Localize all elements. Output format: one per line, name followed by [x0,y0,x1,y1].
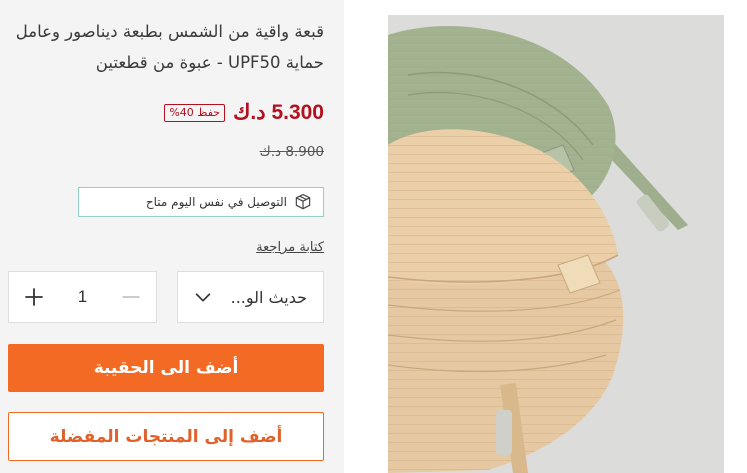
quantity-increase-button[interactable] [21,284,47,310]
save-badge: حفظ 40% [164,103,226,122]
variant-selected-value: حديث الو... [230,287,307,307]
delivery-text: التوصيل في نفس اليوم متاح [145,195,287,209]
write-review-link[interactable]: كتابة مراجعة [256,240,324,255]
add-to-bag-button[interactable]: أضف الى الحقيبة [8,344,324,392]
quantity-stepper[interactable]: 1 [8,271,157,323]
bucket-hats-illustration [388,15,724,473]
quantity-decrease-button[interactable] [118,284,144,310]
add-to-favorites-button[interactable]: أضف إلى المنتجات المفضلة [8,412,324,461]
plus-icon [25,288,43,306]
product-title: قبعة واقية من الشمس بطبعة ديناصور وعامل … [15,22,324,72]
quantity-value[interactable]: 1 [78,287,87,307]
chevron-down-icon [195,293,211,302]
variant-select[interactable]: حديث الو... [177,271,324,323]
box-icon [295,193,311,210]
minus-icon [122,296,140,298]
old-price: 8.900 د.ك [259,144,324,160]
delivery-banner: التوصيل في نفس اليوم متاح [78,187,324,217]
price-row: 5.300 د.ك حفظ 40% [164,100,324,125]
product-details-panel: قبعة واقية من الشمس بطبعة ديناصور وعامل … [0,0,344,473]
current-price: 5.300 د.ك [233,101,324,124]
product-image[interactable] [388,15,724,473]
